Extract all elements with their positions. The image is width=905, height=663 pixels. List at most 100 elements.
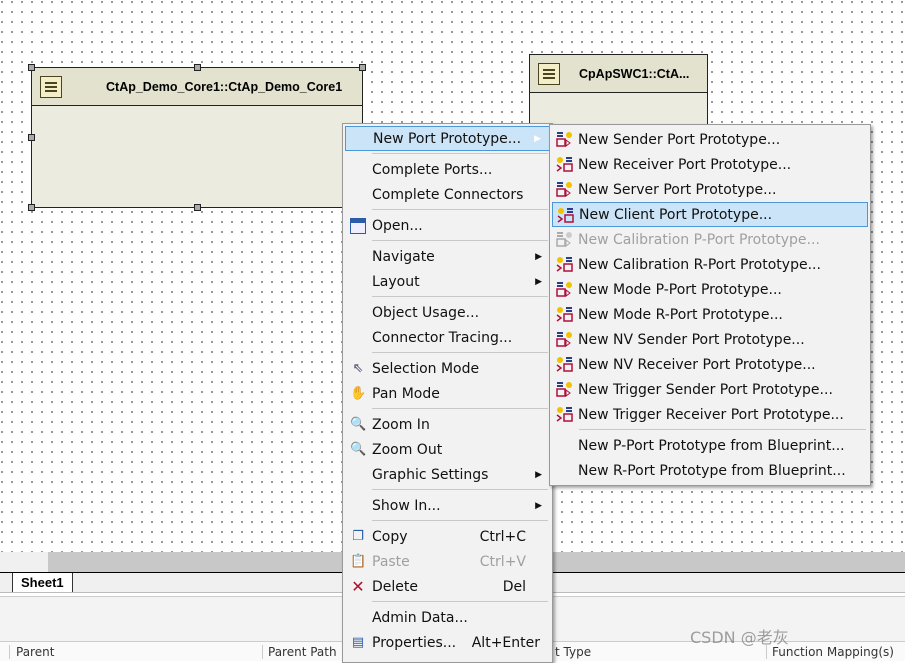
submenu-item-new-receiver-port-prototype[interactable]: New Receiver Port Prototype...	[552, 152, 868, 177]
menu-item-graphic-settings[interactable]: Graphic Settings ▶	[345, 462, 550, 487]
menu-label: Complete Connectors	[372, 186, 524, 203]
zoom-out-icon: 🔍	[350, 442, 367, 457]
menu-label: Open...	[372, 217, 423, 234]
submenu-item-new-mode-r-port-prototype[interactable]: New Mode R-Port Prototype...	[552, 302, 868, 327]
sheet-tab-sheet1[interactable]: Sheet1	[12, 573, 73, 592]
menu-item-properties[interactable]: ▤ Properties... Alt+Enter	[345, 630, 550, 655]
resize-handle[interactable]	[28, 134, 35, 141]
menu-label: Connector Tracing...	[372, 329, 513, 346]
submenu-item-new-server-port-prototype[interactable]: New Server Port Prototype...	[552, 177, 868, 202]
menu-item-zoom-out[interactable]: 🔍 Zoom Out	[345, 437, 550, 462]
watermark: CSDN @老灰	[690, 628, 789, 647]
menu-item-admin-data[interactable]: Admin Data...	[345, 605, 550, 630]
properties-icon: ▤	[351, 635, 365, 650]
menu-item-pan-mode[interactable]: ✋ Pan Mode	[345, 381, 550, 406]
menu-label: Layout	[372, 273, 420, 290]
zoom-in-icon: 🔍	[350, 417, 367, 432]
submenu-item-new-calibration-r-port-prototype[interactable]: New Calibration R-Port Prototype...	[552, 252, 868, 277]
sender-port-icon	[556, 131, 573, 148]
menu-label: New Server Port Prototype...	[578, 181, 777, 198]
menu-label: Graphic Settings	[372, 466, 489, 483]
trigger-sender-port-icon	[556, 381, 573, 398]
menu-item-complete-ports[interactable]: Complete Ports...	[345, 157, 550, 182]
submenu-item-new-nv-sender-port-prototype[interactable]: New NV Sender Port Prototype...	[552, 327, 868, 352]
resize-handle[interactable]	[359, 64, 366, 71]
menu-item-selection-mode[interactable]: ⇖ Selection Mode	[345, 356, 550, 381]
submenu-item-new-trigger-sender-port-prototype[interactable]: New Trigger Sender Port Prototype...	[552, 377, 868, 402]
trigger-receiver-port-icon	[556, 406, 573, 423]
menu-item-delete[interactable]: ✕ Delete Del	[345, 574, 550, 599]
component-ctap-demo-core1[interactable]: CtAp_Demo_Core1::CtAp_Demo_Core1	[31, 67, 363, 208]
submenu-item-new-nv-receiver-port-prototype[interactable]: New NV Receiver Port Prototype...	[552, 352, 868, 377]
menu-label: Copy	[372, 528, 408, 545]
nv-sender-port-icon	[556, 331, 573, 348]
submenu-arrow-icon: ▶	[535, 500, 542, 511]
submenu-item-new-p-port-prototype-from-blueprint[interactable]: New P-Port Prototype from Blueprint...	[552, 433, 868, 458]
menu-label: Zoom Out	[372, 441, 443, 458]
menu-item-paste[interactable]: 📋 Paste Ctrl+V	[345, 549, 550, 574]
copy-icon: ❐	[352, 529, 364, 544]
resize-handle[interactable]	[194, 64, 201, 71]
menu-label: New NV Receiver Port Prototype...	[578, 356, 816, 373]
mode-r-port-icon	[556, 306, 573, 323]
menu-item-complete-connectors[interactable]: Complete Connectors	[345, 182, 550, 207]
client-port-icon	[557, 207, 574, 224]
menu-label: Show In...	[372, 497, 441, 514]
menu-item-open[interactable]: Open...	[345, 213, 550, 238]
calibration-p-port-icon	[556, 231, 573, 248]
component-type-icon	[538, 62, 560, 85]
menu-item-connector-tracing[interactable]: Connector Tracing...	[345, 325, 550, 350]
component-title: CtAp_Demo_Core1::CtAp_Demo_Core1	[106, 79, 343, 94]
menu-shortcut: Ctrl+V	[479, 553, 526, 570]
submenu-item-new-r-port-prototype-from-blueprint[interactable]: New R-Port Prototype from Blueprint...	[552, 458, 868, 483]
column-parent[interactable]: Parent	[9, 645, 54, 659]
submenu-item-new-sender-port-prototype[interactable]: New Sender Port Prototype...	[552, 127, 868, 152]
menu-shortcut: Ctrl+C	[479, 528, 526, 545]
menu-label: Navigate	[372, 248, 435, 265]
menu-label: New Trigger Receiver Port Prototype...	[578, 406, 844, 423]
menu-label: Zoom In	[372, 416, 430, 433]
menu-label: New Client Port Prototype...	[579, 206, 773, 223]
component-title: CpApSWC1::CtA...	[579, 66, 690, 81]
pointer-icon: ⇖	[352, 361, 364, 376]
menu-item-new-port-prototype[interactable]: New Port Prototype... ▶	[345, 126, 550, 151]
submenu-arrow-icon: ▶	[535, 276, 542, 287]
menu-label: New Mode P-Port Prototype...	[578, 281, 782, 298]
submenu-item-new-trigger-receiver-port-prototype[interactable]: New Trigger Receiver Port Prototype...	[552, 402, 868, 427]
resize-handle[interactable]	[28, 64, 35, 71]
new-port-prototype-submenu: New Sender Port Prototype... New Receiver…	[549, 124, 871, 486]
menu-label: New Mode R-Port Prototype...	[578, 306, 783, 323]
component-header: CpApSWC1::CtA...	[530, 55, 707, 93]
submenu-item-new-client-port-prototype[interactable]: New Client Port Prototype...	[552, 202, 868, 227]
hand-icon: ✋	[350, 386, 367, 401]
menu-label: New P-Port Prototype from Blueprint...	[578, 437, 845, 454]
menu-item-show-in[interactable]: Show In... ▶	[345, 493, 550, 518]
menu-item-zoom-in[interactable]: 🔍 Zoom In	[345, 412, 550, 437]
open-editor-icon	[350, 218, 366, 234]
submenu-item-new-mode-p-port-prototype[interactable]: New Mode P-Port Prototype...	[552, 277, 868, 302]
submenu-arrow-icon: ▶	[535, 469, 542, 480]
menu-item-navigate[interactable]: Navigate ▶	[345, 244, 550, 269]
submenu-arrow-icon: ▶	[535, 251, 542, 262]
menu-label: Pan Mode	[372, 385, 440, 402]
menu-item-layout[interactable]: Layout ▶	[345, 269, 550, 294]
menu-label: New Calibration P-Port Prototype...	[578, 231, 820, 248]
menu-label: New Receiver Port Prototype...	[578, 156, 792, 173]
menu-item-object-usage[interactable]: Object Usage...	[345, 300, 550, 325]
menu-label: Paste	[372, 553, 410, 570]
menu-item-copy[interactable]: ❐ Copy Ctrl+C	[345, 524, 550, 549]
menu-label: New R-Port Prototype from Blueprint...	[578, 462, 846, 479]
menu-label: New Sender Port Prototype...	[578, 131, 781, 148]
menu-label: New NV Sender Port Prototype...	[578, 331, 805, 348]
column-type[interactable]: t Type	[555, 645, 591, 659]
menu-label: Complete Ports...	[372, 161, 493, 178]
resize-handle[interactable]	[194, 204, 201, 211]
receiver-port-icon	[556, 156, 573, 173]
resize-handle[interactable]	[28, 204, 35, 211]
nv-receiver-port-icon	[556, 356, 573, 373]
submenu-item-new-calibration-p-port-prototype[interactable]: New Calibration P-Port Prototype...	[552, 227, 868, 252]
column-parent-path[interactable]: Parent Path	[262, 645, 337, 659]
menu-label: New Port Prototype...	[373, 130, 522, 147]
menu-label: Admin Data...	[372, 609, 468, 626]
server-port-icon	[556, 181, 573, 198]
